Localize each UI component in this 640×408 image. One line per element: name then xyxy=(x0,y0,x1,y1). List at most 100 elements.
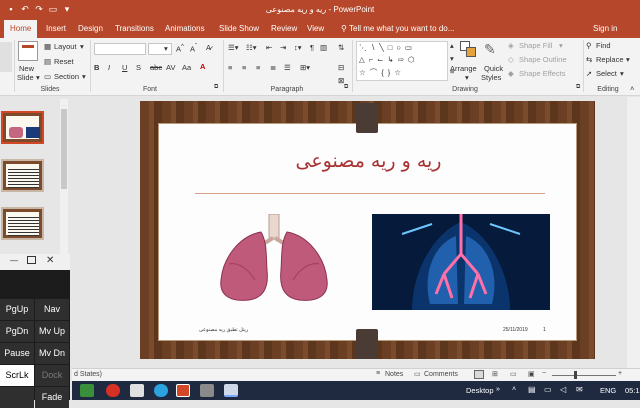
key-blank[interactable] xyxy=(0,387,34,408)
zoom-slider[interactable] xyxy=(552,375,616,376)
toolbar-chevron-icon[interactable]: » xyxy=(496,386,500,393)
italic-button[interactable]: I xyxy=(108,63,110,72)
comments-button[interactable]: Comments xyxy=(424,371,458,378)
slide-thumbnail[interactable]: 2 xyxy=(1,159,44,192)
font-name-input[interactable] xyxy=(94,43,146,55)
underline-button[interactable]: U xyxy=(122,63,127,72)
align-text-icon[interactable]: ⊟ xyxy=(338,63,344,72)
strikethrough-button[interactable]: abc xyxy=(150,63,162,72)
slide-thumbnail[interactable]: 1 xyxy=(1,111,44,144)
select-dropdown-icon[interactable]: ▾ xyxy=(620,69,624,78)
section-dropdown-icon[interactable]: ▾ xyxy=(82,72,86,81)
quick-styles-label[interactable]: Quick xyxy=(484,64,503,73)
increase-indent-icon[interactable]: ⇥ xyxy=(280,43,286,52)
new-slide-icon[interactable] xyxy=(18,41,38,61)
smartart-icon[interactable]: ⊞▾ xyxy=(300,63,310,72)
file-explorer-icon[interactable] xyxy=(80,384,94,397)
xray-lung-image[interactable] xyxy=(372,214,550,310)
key-scrlk[interactable]: ScrLk xyxy=(0,365,34,386)
decrease-indent-icon[interactable]: ⇤ xyxy=(266,43,272,52)
zoom-out-icon[interactable]: − xyxy=(542,370,546,377)
new-slide-dropdown-icon[interactable]: ▾ xyxy=(36,73,40,82)
collapse-ribbon-icon[interactable]: ˄ xyxy=(630,84,634,93)
layout-button[interactable]: Layout xyxy=(54,42,77,51)
arrange-dropdown-icon[interactable]: ▾ xyxy=(465,73,469,82)
shapes-row-2[interactable]: △⌐⌙↳⇨⬡ xyxy=(359,55,419,64)
key-nav[interactable]: Nav xyxy=(35,299,69,320)
paragraph-dialog-launcher-icon[interactable]: ⧉ xyxy=(344,84,348,91)
tab-insert[interactable]: Insert xyxy=(43,23,69,35)
change-case-icon[interactable]: Aa xyxy=(182,63,191,72)
new-slide-label[interactable]: New xyxy=(19,64,34,73)
layout-dropdown-icon[interactable]: ▾ xyxy=(80,42,84,51)
key-pgdn[interactable]: PgDn xyxy=(0,321,34,342)
rtl-icon[interactable]: ¶ xyxy=(310,43,314,52)
settings-icon[interactable] xyxy=(200,384,214,397)
font-size-input[interactable] xyxy=(148,43,172,55)
tab-slide-show[interactable]: Slide Show xyxy=(216,23,262,35)
arrange-button[interactable]: Arrange xyxy=(450,64,477,73)
line-spacing-icon[interactable]: ↕▾ xyxy=(294,43,302,52)
normal-view-icon[interactable] xyxy=(474,370,484,379)
shadow-button[interactable]: S xyxy=(136,63,141,72)
distributed-icon[interactable]: ☰ xyxy=(284,63,291,72)
tab-design[interactable]: Design xyxy=(75,23,106,35)
quick-styles-label-2[interactable]: Styles xyxy=(481,73,501,82)
telegram-icon[interactable] xyxy=(154,384,168,397)
slide-title[interactable]: ریه و ریه مصنوعی xyxy=(159,150,578,172)
paste-button[interactable] xyxy=(0,42,12,72)
reset-button[interactable]: Reset xyxy=(54,57,74,66)
new-slide-label-2[interactable]: Slide xyxy=(17,73,34,82)
key-dock[interactable]: Dock xyxy=(35,365,69,386)
notes-button[interactable]: Notes xyxy=(385,371,403,378)
shapes-scroll-icon[interactable]: ▴ xyxy=(450,41,454,50)
osk-maximize-icon[interactable] xyxy=(27,256,36,264)
bold-button[interactable]: B xyxy=(94,63,99,72)
find-button[interactable]: Find xyxy=(596,41,611,50)
thumbnail-scrollbar[interactable] xyxy=(60,99,68,269)
increase-font-icon[interactable]: A^ xyxy=(176,43,184,54)
replace-button[interactable]: Replace xyxy=(596,55,624,64)
shapes-row-1[interactable]: ⋱∖╲□○▭ xyxy=(359,43,416,52)
slide-thumbnail[interactable]: 3 xyxy=(1,207,44,240)
osk-close-icon[interactable]: ✕ xyxy=(46,255,54,266)
tab-home[interactable]: Home xyxy=(4,20,38,38)
tab-animations[interactable]: Animations xyxy=(162,23,208,35)
justify-icon[interactable]: ≣ xyxy=(270,63,276,72)
slide-canvas[interactable]: ریه و ریه مصنوعی ریتل تطبق ریه مصنوعی 25… xyxy=(140,101,595,359)
columns-icon[interactable]: ▥ xyxy=(320,43,327,52)
opera-icon[interactable] xyxy=(106,384,120,397)
lung-image[interactable] xyxy=(209,213,339,304)
shape-fill-dropdown-icon[interactable]: ▾ xyxy=(559,41,563,50)
shape-outline-button[interactable]: Shape Outline xyxy=(519,55,567,64)
section-button[interactable]: Section xyxy=(54,72,79,81)
arrange-icon[interactable] xyxy=(460,41,478,59)
shapes-scroll-down-icon[interactable]: ▾ xyxy=(450,54,454,63)
clock[interactable]: 05:1 xyxy=(625,386,640,395)
key-pgup[interactable]: PgUp xyxy=(0,299,34,320)
key-mv-dn[interactable]: Mv Dn xyxy=(35,343,69,364)
slide-scrollbar[interactable] xyxy=(627,97,640,368)
decrease-font-icon[interactable]: Aˇ xyxy=(190,43,197,54)
show-hidden-icons[interactable]: ˄ xyxy=(512,386,516,393)
thumbnail-scrollbar-thumb[interactable] xyxy=(61,109,67,189)
tab-transitions[interactable]: Transitions xyxy=(112,23,157,35)
quick-styles-icon[interactable]: ✎ xyxy=(484,41,502,59)
input-language[interactable]: ENG xyxy=(600,386,616,395)
key-mv-up[interactable]: Mv Up xyxy=(35,321,69,342)
align-left-icon[interactable]: ≡ xyxy=(228,63,232,72)
shape-effects-button[interactable]: Shape Effects xyxy=(519,69,566,78)
font-dialog-launcher-icon[interactable]: ⧉ xyxy=(214,84,218,91)
font-color-icon[interactable]: A xyxy=(200,62,205,71)
sign-in-link[interactable]: Sign in xyxy=(590,23,620,35)
shape-fill-button[interactable]: Shape Fill xyxy=(519,41,552,50)
keyboard-taskbar-icon[interactable] xyxy=(224,384,238,397)
reading-view-icon[interactable]: ▭ xyxy=(510,370,517,378)
osk-minimize-icon[interactable]: — xyxy=(10,256,18,265)
network-icon[interactable]: ▤ xyxy=(528,385,536,394)
notification-icon[interactable]: ✉ xyxy=(576,385,583,394)
notepad-icon[interactable] xyxy=(130,384,144,397)
slideshow-view-icon[interactable]: ▣ xyxy=(528,370,535,378)
key-fade[interactable]: Fade xyxy=(35,387,69,408)
battery-icon[interactable]: ▭ xyxy=(544,385,552,394)
